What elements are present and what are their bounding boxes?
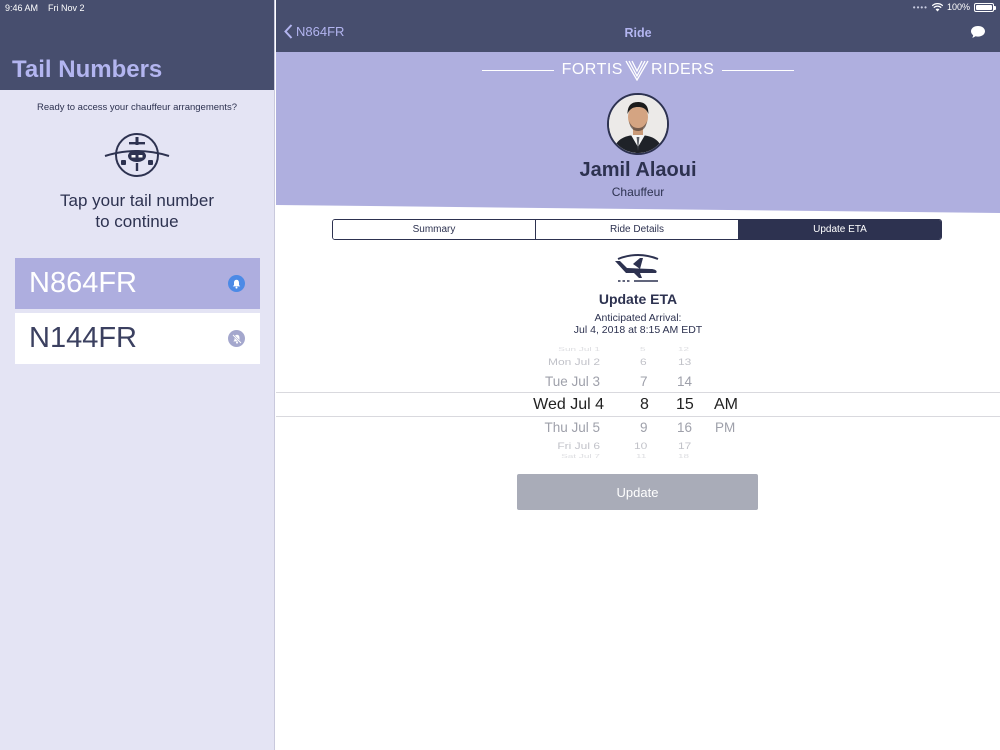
- picker-minute-option[interactable]: 13: [678, 356, 691, 367]
- driver-avatar: [607, 93, 669, 155]
- status-time: 9:46 AM: [5, 3, 39, 13]
- status-bar: 9:46 AM Fri Nov 2 •••• 100%: [0, 0, 1000, 16]
- picker-hour-option[interactable]: 5: [640, 346, 646, 352]
- plane-landing-icon: [615, 254, 659, 282]
- picker-date-option[interactable]: Sun Jul 1: [558, 346, 600, 352]
- eta-title: Update ETA: [598, 291, 678, 307]
- ride-detail-pane: N864FR Ride FORTIS RIDERS Jamil Alaoui C…: [276, 0, 1000, 750]
- signal-dots-icon: ••••: [912, 2, 928, 12]
- plane-circle-icon: [104, 133, 170, 177]
- status-date: Fri Nov 2: [48, 3, 85, 13]
- picker-minute-option[interactable]: 16: [677, 420, 692, 435]
- brand-rule-left: [481, 69, 554, 71]
- picker-minute-option[interactable]: 12: [678, 346, 689, 352]
- sidebar-title: Tail Numbers: [12, 56, 163, 83]
- picker-hour-option[interactable]: 9: [640, 420, 648, 435]
- tail-label: N144FR: [29, 322, 137, 354]
- picker-hour-option[interactable]: 10: [634, 440, 647, 451]
- nav-title: Ride: [624, 26, 652, 40]
- wings-logo-icon: [625, 60, 649, 81]
- picker-selection-band: [276, 392, 1000, 417]
- wifi-icon: [931, 2, 943, 11]
- tail-label: N864FR: [29, 267, 137, 299]
- brand-text-right: RIDERS: [650, 61, 715, 78]
- tail-item-n144fr[interactable]: N144FR: [15, 313, 260, 364]
- tail-number-list: N864FR N144FR: [15, 258, 260, 368]
- tab-ride-details[interactable]: Ride Details: [536, 220, 739, 239]
- update-button[interactable]: Update: [517, 474, 758, 510]
- bell-muted-icon[interactable]: [228, 330, 245, 347]
- tap-instruction: Tap your tail number to continue: [0, 190, 274, 232]
- picker-date-option[interactable]: Thu Jul 5: [544, 420, 600, 435]
- status-right: •••• 100%: [912, 2, 996, 12]
- app-screen: 9:46 AM Fri Nov 2 •••• 100% Tail Numbers…: [0, 0, 1000, 750]
- driver-name: Jamil Alaoui: [579, 159, 697, 181]
- battery-percent: 100%: [946, 2, 970, 12]
- brand-logo: FORTIS RIDERS: [276, 59, 1000, 81]
- picker-minute-option[interactable]: 17: [678, 440, 691, 451]
- tap-line-2: to continue: [95, 212, 179, 231]
- chat-bubble-icon[interactable]: [970, 25, 986, 39]
- tab-summary[interactable]: Summary: [333, 220, 536, 239]
- sidebar-intro: Ready to access your chauffeur arrangeme…: [37, 102, 237, 113]
- picker-hour-option[interactable]: 7: [640, 374, 648, 389]
- date-time-picker[interactable]: Sun Jul 1 Mon Jul 2 Tue Jul 3 Wed Jul 4 …: [276, 343, 1000, 463]
- picker-date-selected[interactable]: Wed Jul 4: [533, 396, 604, 414]
- driver-role: Chauffeur: [611, 185, 665, 199]
- brand-rule-right: [722, 69, 795, 71]
- picker-date-option[interactable]: Fri Jul 6: [557, 440, 600, 451]
- segmented-control: Summary Ride Details Update ETA: [332, 219, 942, 240]
- eta-subtitle-line1: Anticipated Arrival:: [594, 312, 682, 324]
- picker-date-option[interactable]: Sat Jul 7: [561, 453, 600, 459]
- picker-hour-selected[interactable]: 8: [640, 396, 649, 414]
- tap-line-1: Tap your tail number: [59, 191, 215, 210]
- bell-icon[interactable]: [228, 275, 245, 292]
- battery-icon: [974, 2, 996, 12]
- brand-text-left: FORTIS: [561, 61, 623, 78]
- picker-minute-option[interactable]: 18: [678, 453, 689, 459]
- brand-wordmark: FORTIS RIDERS: [562, 59, 715, 81]
- sidebar: Tail Numbers Ready to access your chauff…: [0, 0, 275, 750]
- picker-date-option[interactable]: Mon Jul 2: [548, 356, 600, 367]
- picker-date-option[interactable]: Tue Jul 3: [545, 374, 600, 389]
- picker-period-selected[interactable]: AM: [714, 396, 738, 414]
- picker-hour-option[interactable]: 11: [636, 453, 646, 459]
- eta-subtitle-line2: Jul 4, 2018 at 8:15 AM EDT: [573, 324, 703, 336]
- tab-update-eta[interactable]: Update ETA: [739, 220, 941, 239]
- picker-minute-option[interactable]: 14: [677, 374, 692, 389]
- picker-period-option[interactable]: PM: [715, 420, 735, 435]
- picker-hour-option[interactable]: 6: [640, 356, 647, 367]
- picker-minute-selected[interactable]: 15: [676, 396, 694, 414]
- eta-subtitle: Anticipated Arrival: Jul 4, 2018 at 8:15…: [276, 312, 1000, 336]
- tail-item-n864fr[interactable]: N864FR: [15, 258, 260, 309]
- driver-hero: FORTIS RIDERS Jamil Alaoui Chauffeur: [276, 52, 1000, 214]
